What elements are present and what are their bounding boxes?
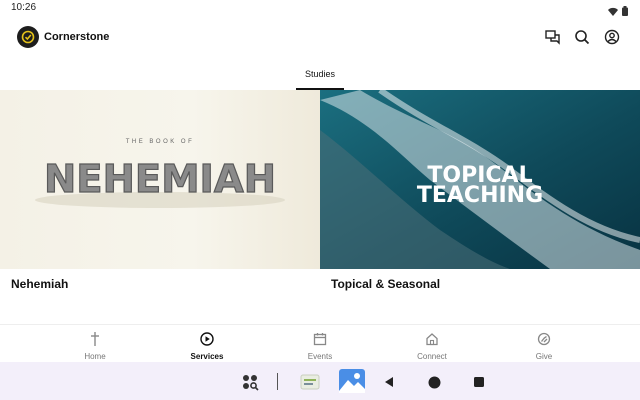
card-title: Topical & Seasonal — [331, 277, 441, 291]
tab-label: Studies — [304, 69, 336, 79]
nehemiah-thumbnail: THE BOOK OF NEHEMIAH — [0, 90, 320, 269]
back-icon[interactable] — [378, 371, 400, 393]
status-time: 10:26 — [11, 2, 37, 13]
topical-thumbnail: TOPICAL TEACHING — [320, 90, 640, 269]
nav-services[interactable]: Services — [167, 331, 247, 361]
account-icon — [604, 29, 620, 45]
system-nav-bar — [0, 362, 640, 400]
nav-home[interactable]: Home — [55, 331, 135, 361]
nav-label: Events — [307, 352, 333, 361]
nav-events[interactable]: Events — [280, 331, 360, 361]
recents-icon[interactable] — [468, 371, 490, 393]
play-circle-icon — [167, 331, 247, 347]
cross-icon — [55, 331, 135, 347]
gallery-icon[interactable] — [339, 368, 365, 394]
app-drawer-icon[interactable] — [239, 371, 261, 393]
home-outline-icon — [392, 331, 472, 347]
series-card-topical[interactable]: TOPICAL TEACHING Topical & Seasonal — [320, 90, 640, 320]
app-title: Cornerstone — [44, 31, 110, 43]
series-card-nehemiah[interactable]: THE BOOK OF NEHEMIAH Nehemiah — [0, 90, 320, 320]
give-icon — [504, 331, 584, 347]
nav-label: Connect — [417, 352, 447, 361]
card-title: Nehemiah — [11, 277, 69, 291]
thumb-kicker: THE BOOK OF — [126, 139, 195, 145]
logo-icon[interactable] — [17, 26, 39, 48]
chat-button[interactable] — [543, 27, 563, 47]
chat-icon — [545, 30, 560, 45]
bottom-nav: Home Services Events Connect Give — [0, 324, 640, 362]
status-bar: 10:26 — [0, 0, 640, 17]
search-icon — [575, 30, 590, 45]
recent-app-1-icon[interactable] — [299, 371, 321, 393]
nav-label: Home — [84, 352, 106, 361]
account-button[interactable] — [602, 27, 622, 47]
nav-label: Give — [535, 352, 553, 361]
nav-connect[interactable]: Connect — [392, 331, 472, 361]
search-button[interactable] — [572, 27, 592, 47]
nav-give[interactable]: Give — [504, 331, 584, 361]
thumb-headline: NEHEMIAH — [44, 157, 276, 201]
nav-label: Services — [190, 352, 224, 361]
tab-studies[interactable]: Studies — [296, 60, 344, 90]
thumb-line2: TEACHING — [417, 183, 543, 208]
divider — [277, 373, 278, 390]
tab-bar: Studies — [0, 60, 640, 90]
calendar-icon — [280, 331, 360, 347]
home-icon[interactable] — [423, 371, 445, 393]
app-header: Cornerstone — [0, 16, 640, 60]
